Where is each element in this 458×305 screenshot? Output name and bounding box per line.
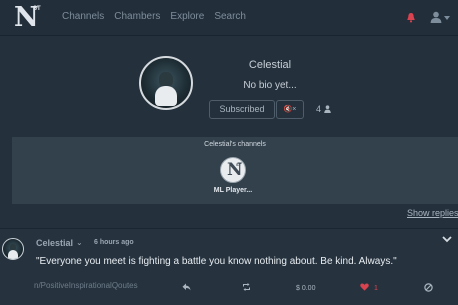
site-logo[interactable]: N ST (14, 3, 46, 33)
subscriber-count: 4 (316, 104, 322, 114)
chevron-down-icon[interactable] (444, 16, 450, 20)
like-count: 1 (374, 285, 378, 292)
reply-icon (182, 283, 191, 291)
subscribers-icon (324, 105, 331, 113)
author-chevron-icon[interactable]: ⌄ (76, 238, 83, 247)
post-channel-name: /PositiveInspirationalQoutes (38, 281, 138, 290)
post-author[interactable]: Celestial (36, 238, 73, 248)
nav-search[interactable]: Search (214, 11, 246, 22)
profile-avatar (139, 56, 193, 110)
nav-channels[interactable]: Channels (62, 11, 104, 22)
profile-username: Celestial (248, 59, 292, 71)
top-navbar: N ST Channels Chambers Explore Search (0, 0, 458, 36)
repost-icon (243, 283, 250, 291)
reply-button[interactable] (182, 283, 191, 291)
channel-name[interactable]: ML Player... (198, 187, 268, 194)
channel-avatar-superscript: ST (236, 162, 242, 167)
logo-superscript: ST (33, 6, 41, 12)
post-card: Celestial ⌄ 6 hours ago "Everyone you me… (0, 228, 458, 305)
channel-avatar[interactable]: N ST (220, 157, 246, 183)
heart-icon (360, 283, 369, 291)
nav-chambers[interactable]: Chambers (114, 11, 160, 22)
post-author-avatar[interactable] (2, 238, 24, 260)
post-time: 6 hours ago (94, 239, 134, 246)
block-icon (424, 283, 433, 292)
subscribe-button[interactable]: Subscribed (209, 100, 275, 119)
repost-button[interactable] (242, 283, 251, 291)
channels-panel: Celestial's channels N ST ML Player... (12, 137, 458, 204)
mute-button[interactable]: 🔇× (276, 100, 304, 119)
nav-explore[interactable]: Explore (170, 11, 204, 22)
bell-icon[interactable] (406, 12, 416, 23)
post-text: "Everyone you meet is fighting a battle … (36, 256, 397, 267)
user-icon[interactable] (430, 11, 442, 23)
post-channel-link[interactable]: n/PositiveInspirationalQoutes (34, 281, 138, 290)
like-button[interactable] (360, 283, 369, 291)
main-nav: Channels Chambers Explore Search (62, 11, 246, 22)
block-button[interactable] (424, 283, 433, 292)
expand-chevron-icon[interactable] (442, 235, 452, 243)
channels-title: Celestial's channels (204, 141, 266, 148)
show-replies-link[interactable]: Show replies (407, 208, 458, 218)
profile-bio: No bio yet... (243, 80, 297, 91)
tip-amount[interactable]: $ 0.00 (296, 285, 315, 292)
